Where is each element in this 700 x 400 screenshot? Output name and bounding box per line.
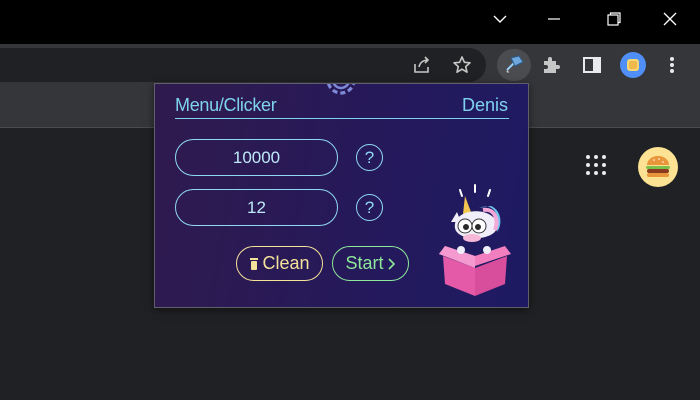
- settings-gear-icon[interactable]: [319, 84, 363, 106]
- clean-button[interactable]: Clean: [236, 246, 323, 281]
- close-button[interactable]: [646, 0, 694, 38]
- start-button[interactable]: Start: [332, 246, 409, 281]
- start-label: Start: [345, 253, 384, 273]
- minimize-button[interactable]: [530, 0, 578, 38]
- clean-label: Clean: [262, 253, 310, 273]
- username-label: Denis: [461, 95, 508, 115]
- extension-active-icon[interactable]: [497, 49, 531, 81]
- help-icon[interactable]: ?: [356, 144, 383, 171]
- star-icon[interactable]: [448, 51, 476, 79]
- header-divider: [175, 118, 509, 119]
- profile-icon[interactable]: [619, 51, 647, 79]
- extension-popup: Menu/Clicker Denis ? ? Clean Start: [154, 83, 529, 308]
- burger-avatar[interactable]: [638, 147, 678, 187]
- restore-button[interactable]: [590, 0, 638, 38]
- tab-search-chevron-icon[interactable]: [476, 0, 524, 38]
- interval-input[interactable]: [175, 189, 338, 226]
- kebab-menu-icon[interactable]: [658, 51, 686, 79]
- window-titlebar: [0, 0, 700, 44]
- apps-grid-icon[interactable]: [586, 155, 610, 179]
- chevron-right-icon: [387, 257, 395, 270]
- unicorn-mascot-icon: [439, 184, 511, 296]
- trash-icon: [250, 257, 259, 270]
- help-icon[interactable]: ?: [356, 194, 383, 221]
- popup-title: Menu/Clicker: [175, 95, 277, 115]
- puzzle-icon[interactable]: [537, 51, 565, 79]
- clicks-count-input[interactable]: [175, 139, 338, 176]
- browser-toolbar: [0, 44, 700, 86]
- sidepanel-icon[interactable]: [578, 51, 606, 79]
- share-icon[interactable]: [408, 51, 436, 79]
